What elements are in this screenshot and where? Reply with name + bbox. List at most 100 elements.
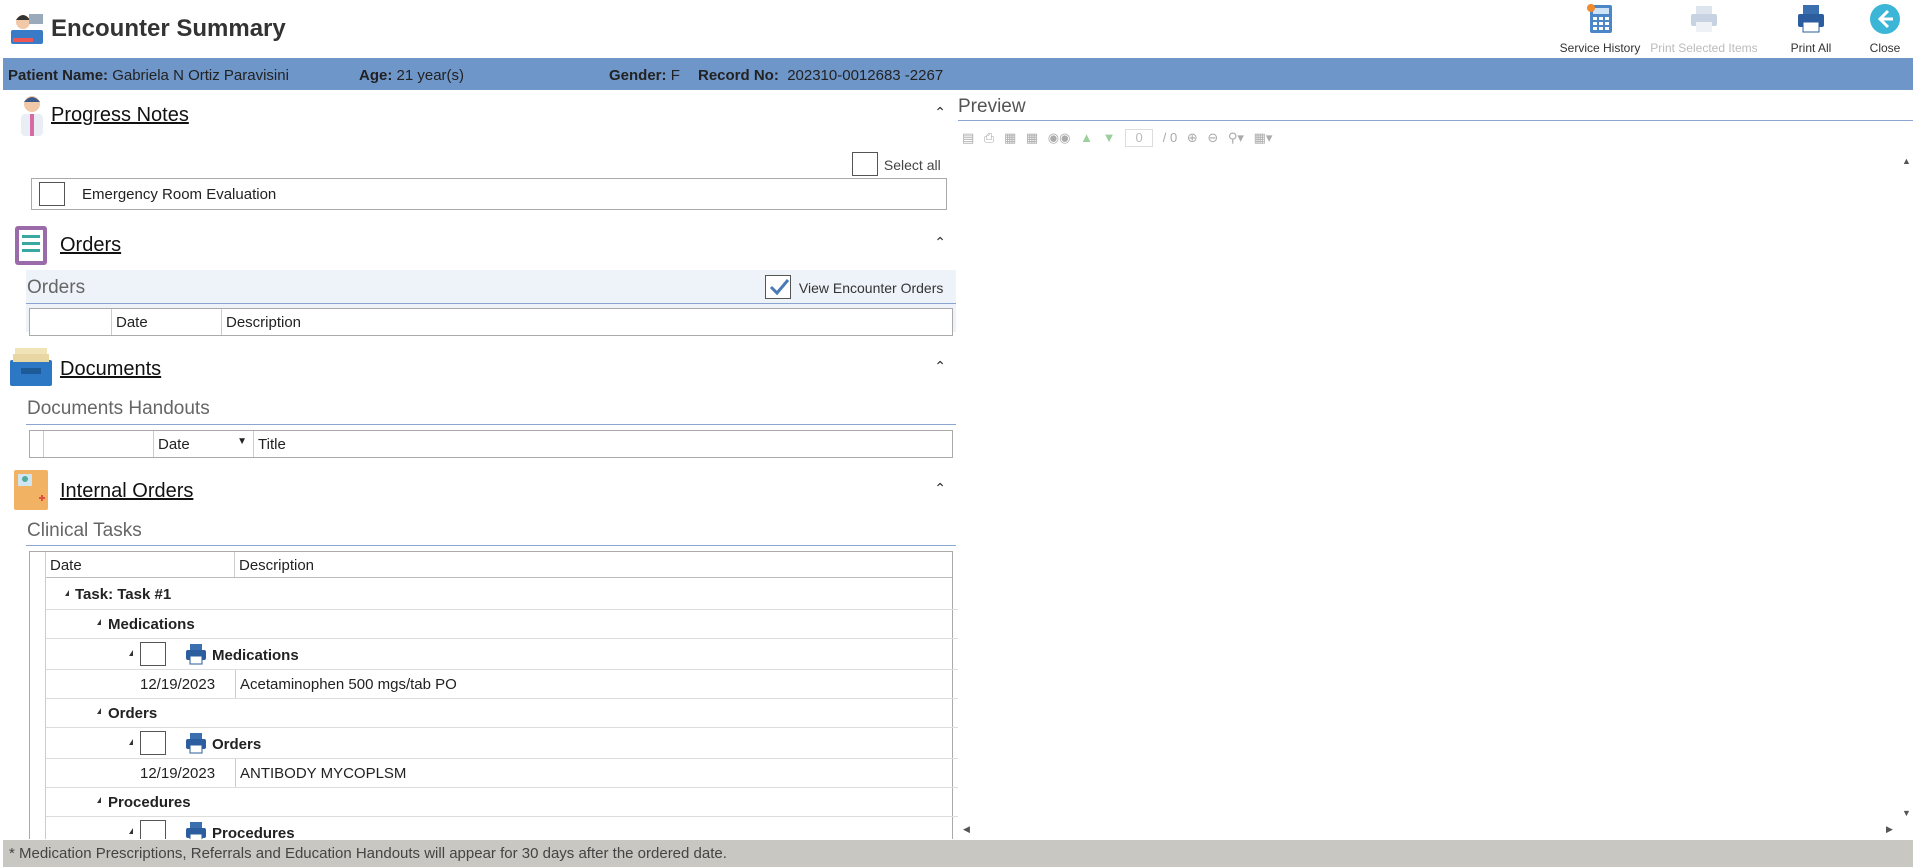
previous-page-icon[interactable]: ▲ [1080, 130, 1093, 145]
export-icon[interactable]: ▤ [962, 130, 974, 146]
item-checkbox[interactable] [140, 642, 166, 666]
item-checkbox[interactable] [39, 182, 65, 206]
item-label: Orders [212, 736, 262, 753]
tree-node-group[interactable]: Orders [46, 699, 958, 728]
column-header-date[interactable]: Date [112, 309, 222, 335]
progress-notes-title[interactable]: Progress Notes [51, 104, 189, 127]
documents-title[interactable]: Documents [60, 358, 161, 381]
print-icon[interactable]: ⎙ [984, 130, 994, 146]
page-setup-alt-icon[interactable]: ▦ [1026, 130, 1038, 146]
zoom-in-icon[interactable]: ⊕ [1187, 130, 1198, 146]
table-row[interactable]: 12/19/2023 ANTIBODY MYCOPLSM [46, 759, 958, 788]
collapse-caret-icon[interactable]: ⌃ [934, 234, 946, 251]
scroll-down-icon[interactable]: ▼ [1902, 808, 1911, 818]
row-date: 12/19/2023 [140, 676, 216, 693]
divider [26, 424, 956, 425]
calculator-icon [1587, 4, 1612, 33]
patient-info-bar: Patient Name: Gabriela N Ortiz Paravisin… [3, 58, 1913, 90]
expand-toggle-icon[interactable] [65, 590, 69, 596]
expand-toggle-icon[interactable] [129, 739, 133, 745]
tree-header: Date Description [46, 552, 952, 578]
tree-node-item[interactable]: Orders [46, 728, 958, 759]
gender-label: Gender: [609, 67, 667, 84]
scroll-up-icon[interactable]: ▲ [1902, 156, 1911, 166]
patient-age: 21 year(s) [396, 67, 465, 84]
expand-toggle-icon[interactable] [97, 797, 101, 803]
page-number-input[interactable]: 0 [1125, 129, 1154, 147]
column-header-description[interactable]: Description [222, 309, 952, 335]
expand-toggle-icon[interactable] [129, 650, 133, 656]
close-label: Close [1869, 41, 1901, 55]
column-header-date[interactable]: Date ▼ [154, 431, 254, 457]
tree-node-item[interactable]: Medications [46, 639, 958, 670]
print-all-button[interactable]: Print All [1776, 2, 1846, 55]
item-checkbox[interactable] [140, 731, 166, 755]
next-page-icon[interactable]: ▼ [1103, 130, 1116, 145]
printer-icon[interactable] [184, 731, 208, 755]
scroll-right-icon[interactable]: ▶ [1886, 824, 1893, 835]
printer-icon[interactable] [184, 820, 208, 839]
orders-subtitle: Orders [27, 277, 86, 298]
column-header-date[interactable]: Date [46, 552, 235, 577]
back-arrow-icon [1870, 4, 1900, 34]
zoom-out-icon[interactable]: ⊖ [1207, 130, 1218, 146]
tree-node-group[interactable]: Medications [46, 610, 958, 639]
tree-node-item[interactable]: Procedures [46, 817, 958, 839]
internal-orders-header[interactable]: Internal Orders ⌃ [3, 466, 958, 514]
preview-toolbar: ▤ ⎙ ▦ ▦ ◉◉ ▲ ▼ 0 / 0 ⊕ ⊖ ⚲▾ ▦▾ [962, 129, 1278, 151]
top-toolbar: Encounter Summary Service History Print … [0, 0, 1915, 58]
column-header-title[interactable]: Title [254, 431, 952, 457]
zoom-dropdown-icon[interactable]: ⚲▾ [1228, 130, 1244, 146]
document-tray-icon [10, 348, 52, 386]
tree-node-task[interactable]: Task: Task #1 [46, 578, 958, 610]
row-description: Acetaminophen 500 mgs/tab PO [240, 676, 457, 693]
print-all-label: Print All [1790, 41, 1832, 55]
print-selected-button[interactable]: Print Selected Items [1648, 2, 1760, 55]
clinical-tasks-tree: Date Description Task: Task #1 Medicatio… [29, 551, 958, 839]
age-label: Age: [359, 67, 393, 84]
printer-icon [1691, 6, 1717, 32]
column-header [30, 431, 44, 457]
page-setup-icon[interactable]: ▦ [1004, 130, 1016, 146]
tree-node-group[interactable]: Procedures [46, 788, 958, 817]
encounter-sections: Progress Notes ⌃ Select all Emergency Ro… [3, 92, 958, 839]
sort-dropdown-icon[interactable]: ▼ [237, 436, 247, 447]
orders-header[interactable]: Orders ⌃ [3, 220, 958, 268]
checkmark-icon [769, 279, 790, 296]
search-binoculars-icon[interactable]: ◉◉ [1048, 130, 1071, 146]
preview-title: Preview [958, 96, 1026, 117]
view-encounter-orders-checkbox[interactable] [765, 275, 791, 299]
printer-icon[interactable] [184, 642, 208, 666]
table-row[interactable]: 12/19/2023 Acetaminophen 500 mgs/tab PO [46, 670, 958, 699]
collapse-caret-icon[interactable]: ⌃ [934, 480, 946, 497]
select-all-checkbox[interactable] [852, 152, 878, 176]
item-checkbox[interactable] [140, 820, 166, 839]
list-item[interactable]: Emergency Room Evaluation [31, 178, 947, 210]
preview-canvas[interactable] [958, 154, 1913, 839]
medical-box-icon [14, 470, 48, 510]
select-all-control[interactable]: Select all [852, 152, 952, 178]
expand-toggle-icon[interactable] [129, 828, 133, 834]
divider [26, 303, 956, 304]
group-label: Orders [108, 705, 158, 722]
doctor-icon [21, 96, 43, 136]
collapse-caret-icon[interactable]: ⌃ [934, 358, 946, 375]
documents-subtitle: Documents Handouts [27, 398, 210, 419]
cell-divider [235, 670, 236, 698]
collapse-caret-icon[interactable]: ⌃ [934, 104, 946, 121]
orders-title[interactable]: Orders [60, 234, 121, 257]
column-header-description[interactable]: Description [235, 552, 952, 577]
task-label: Task: Task #1 [75, 586, 172, 603]
internal-orders-title[interactable]: Internal Orders [60, 480, 193, 503]
documents-header[interactable]: Documents ⌃ [3, 344, 958, 392]
progress-notes-header[interactable]: Progress Notes ⌃ [3, 92, 958, 140]
service-history-button[interactable]: Service History [1558, 2, 1642, 55]
orders-table-header: Date Description [29, 308, 953, 336]
expand-toggle-icon[interactable] [97, 708, 101, 714]
scroll-left-icon[interactable]: ◀ [963, 824, 970, 835]
view-encounter-orders-control[interactable]: View Encounter Orders [765, 275, 955, 301]
multipage-dropdown-icon[interactable]: ▦▾ [1254, 130, 1273, 146]
close-button[interactable]: Close [1860, 2, 1910, 55]
group-label: Procedures [108, 794, 191, 811]
expand-toggle-icon[interactable] [97, 619, 101, 625]
